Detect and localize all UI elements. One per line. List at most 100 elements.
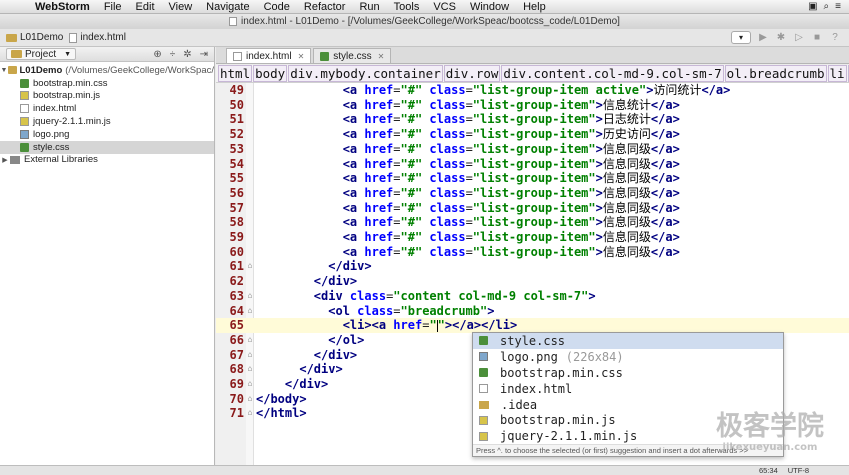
fold-marker-icon[interactable]: ⌂ [246,392,254,407]
code-line[interactable]: 64 ⌂ <ol class="breadcrumb"> [216,304,849,319]
image-file-icon [479,352,488,362]
nav-crumb-project[interactable]: L01Demo [6,32,63,43]
fold-marker-icon[interactable]: ⌂ [246,362,254,377]
code-text: <a href="#" class="list-group-item">历史访问… [342,127,680,142]
code-line[interactable]: 55 <a href="#" class="list-group-item">信… [216,171,849,186]
menu-tools[interactable]: Tools [387,0,427,14]
breadcrumb-html[interactable]: html [218,65,253,82]
gear-icon[interactable]: ✲ [183,49,191,60]
autocomplete-item-label: bootstrap.min.css [500,365,623,380]
nav-crumb-file[interactable]: index.html [69,32,126,43]
breadcrumb-div-mybody[interactable]: div.mybody.container [288,65,443,82]
code-text: <ol class="breadcrumb"> [328,303,495,318]
menu-file[interactable]: File [97,0,129,14]
caret-position[interactable]: 65:34 [759,466,778,475]
tree-item[interactable]: bootstrap.min.css [0,77,214,90]
code-line[interactable]: 52 <a href="#" class="list-group-item">历… [216,127,849,142]
hide-icon[interactable]: ⇥ [200,49,208,60]
autocomplete-item[interactable]: logo.png (226x84) [473,349,783,365]
autocomplete-item[interactable]: index.html [473,381,783,397]
tree-external-libraries[interactable]: ▶ External Libraries [0,154,214,167]
menu-refactor[interactable]: Refactor [297,0,353,14]
menu-edit[interactable]: Edit [129,0,162,14]
autocomplete-item[interactable]: style.css [473,333,783,349]
menu-vcs[interactable]: VCS [426,0,463,14]
breadcrumb-ol[interactable]: ol.breadcrumb [724,65,827,82]
tree-item-selected[interactable]: style.css [0,140,214,154]
debug-icon[interactable]: ✱ [775,32,787,44]
code-line[interactable]: 54 <a href="#" class="list-group-item">信… [216,157,849,172]
fold-marker-icon[interactable]: ⌂ [246,304,254,319]
tree-root[interactable]: ▼ L01Demo (/Volumes/GeekCollege/WorkSpac… [0,64,214,77]
stop-icon[interactable]: ■ [811,32,823,44]
sync-icon[interactable]: ⊕ [153,49,161,60]
line-number: 52 [229,127,244,142]
project-view-dropdown[interactable]: Project ▼ [6,48,76,60]
fold-marker-icon[interactable]: ⌂ [246,289,254,304]
tree-item[interactable]: logo.png [0,128,214,141]
list-icon[interactable]: ≡ [835,1,841,12]
close-icon[interactable]: ✕ [298,52,305,61]
breadcrumb-div-content[interactable]: div.content.col-md-9.col-sm-7 [501,65,724,82]
code-line[interactable]: 61 ⌂ </div> [216,259,849,274]
css-file-icon [20,142,29,152]
chevron-down-icon[interactable]: ▼ [0,67,8,74]
help-icon[interactable]: ? [829,32,841,44]
autocomplete-item[interactable]: bootstrap.min.css [473,365,783,381]
menu-window[interactable]: Window [463,0,516,14]
search-icon[interactable]: ⌕ [824,1,830,12]
line-number: 51 [229,112,244,127]
code-line[interactable]: 51 <a href="#" class="list-group-item">日… [216,112,849,127]
code-line[interactable]: 56 <a href="#" class="list-group-item">信… [216,186,849,201]
close-icon[interactable]: ✕ [378,52,385,61]
breadcrumb-li[interactable]: li [827,65,847,82]
menu-view[interactable]: View [162,0,200,14]
project-panel-header: Project ▼ ⊕ ÷ ✲ ⇥ [0,47,214,62]
collapse-icon[interactable]: ÷ [170,49,176,60]
tab-index-html[interactable]: index.html ✕ [226,48,312,63]
autocomplete-item-label: logo.png [500,349,558,364]
chevron-right-icon[interactable]: ▶ [0,156,10,164]
fold-marker-icon[interactable]: ⌂ [246,259,254,274]
breadcrumb-div-row[interactable]: div.row [443,65,501,82]
autocomplete-item-label: jquery-2.1.1.min.js [500,429,638,444]
code-text: </div> [328,259,372,274]
tab-style-css[interactable]: style.css ✕ [313,48,392,63]
file-encoding[interactable]: UTF-8 [788,466,809,475]
menu-run[interactable]: Run [352,0,386,14]
fold-marker-icon[interactable]: ⌂ [246,333,254,348]
run-config-dropdown[interactable]: ▾ [731,31,751,44]
code-line[interactable]: 53 <a href="#" class="list-group-item">信… [216,142,849,157]
coverage-icon[interactable]: ▷ [793,32,805,44]
fold-marker-icon[interactable]: ⌂ [246,406,254,421]
document-icon [229,17,238,26]
code-line[interactable]: 60 <a href="#" class="list-group-item">信… [216,245,849,260]
tree-item[interactable]: bootstrap.min.js [0,90,214,103]
menu-code[interactable]: Code [257,0,297,14]
run-icon[interactable]: ▶ [757,32,769,44]
code-line[interactable]: 65 <li><a href=""></a></li> [216,318,849,333]
fold-marker-icon[interactable]: ⌂ [246,348,254,363]
tree-item[interactable]: jquery-2.1.1.min.js [0,115,214,128]
fold-marker-icon[interactable]: ⌂ [246,377,254,392]
line-number: 50 [229,97,244,112]
camera-icon[interactable]: ▣ [808,1,817,12]
tree-item[interactable]: index.html [0,102,214,115]
code-line[interactable]: 59 <a href="#" class="list-group-item">信… [216,230,849,245]
css-file-icon [320,51,330,61]
code-text: <a href="#" class="list-group-item">信息同级… [342,156,680,171]
menu-app[interactable]: WebStorm [28,0,97,14]
line-number: 59 [229,230,244,244]
code-line[interactable]: 57 <a href="#" class="list-group-item">信… [216,201,849,216]
code-line[interactable]: 63 ⌂ <div class="content col-md-9 col-sm-… [216,289,849,304]
menu-help[interactable]: Help [516,0,553,14]
breadcrumb-body[interactable]: body [253,65,288,82]
code-text: <li><a href=""></a></li> [342,318,518,333]
code-line[interactable]: 49 <a href="#" class="list-group-item ac… [216,83,849,98]
code-line[interactable]: 50 <a href="#" class="list-group-item">信… [216,98,849,113]
menu-navigate[interactable]: Navigate [199,0,256,14]
status-bar: 65:34 UTF-8 [0,465,849,475]
code-line[interactable]: 58 <a href="#" class="list-group-item">信… [216,215,849,230]
line-number: 69 [229,377,244,391]
code-line[interactable]: 62 </div> [216,274,849,289]
